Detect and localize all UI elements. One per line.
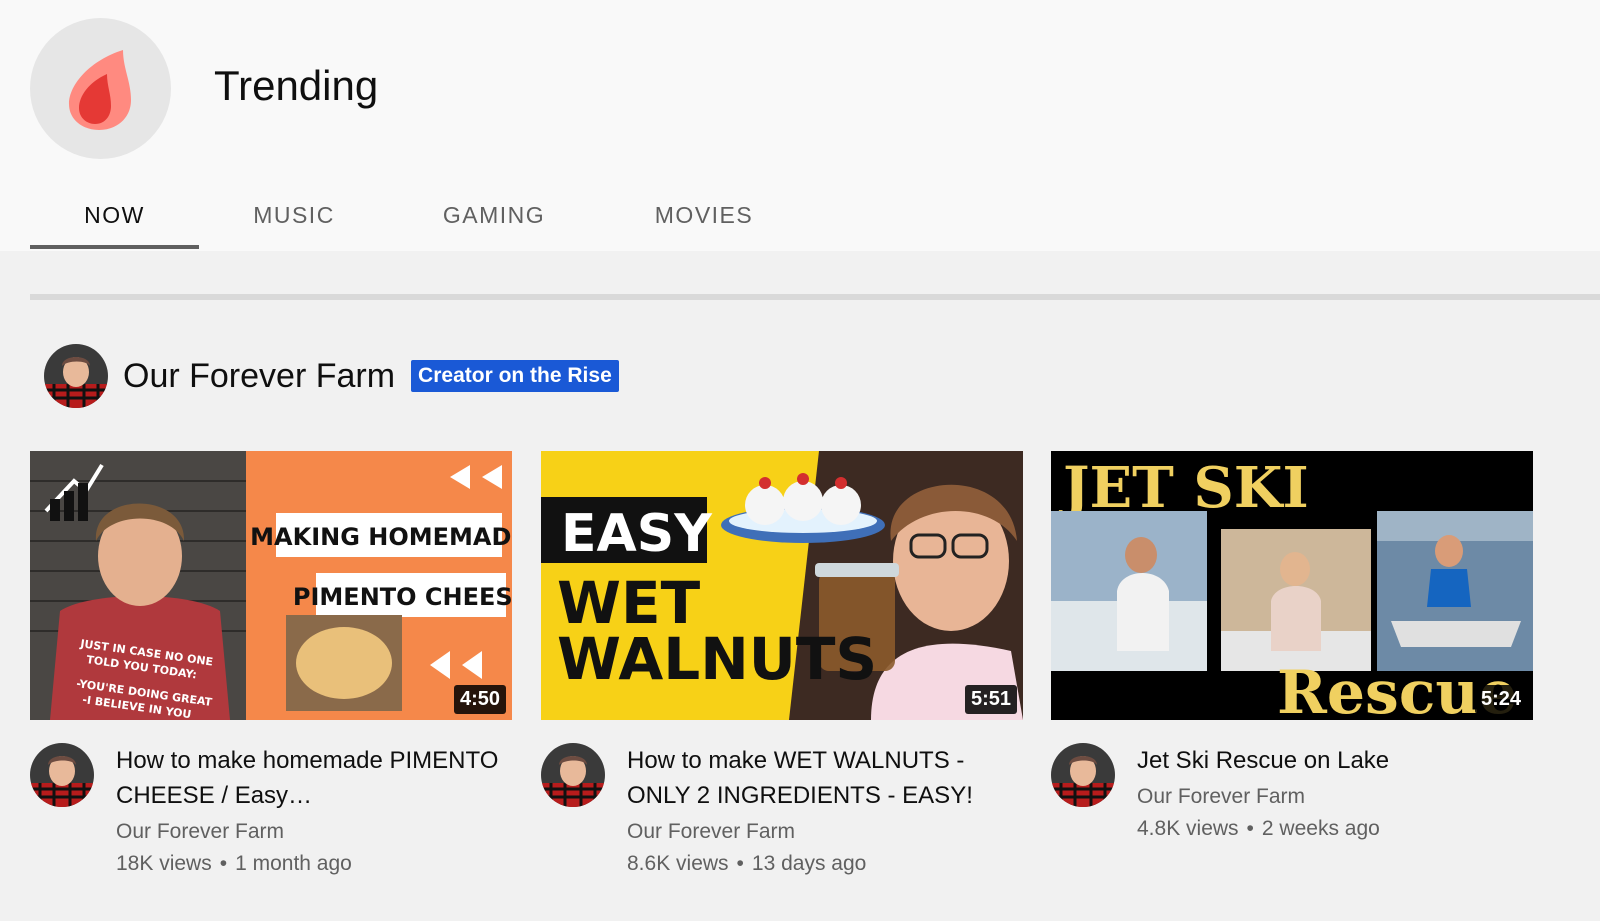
video-thumbnail[interactable]: EASY WET WALNUTS 5:51 xyxy=(541,451,1023,720)
thumbnail-text: EASY xyxy=(561,504,713,564)
separator-dot: • xyxy=(219,852,228,875)
channel-avatar[interactable] xyxy=(44,344,108,408)
upload-age: 2 weeks ago xyxy=(1261,817,1380,840)
video-card: MAKING HOMEMADE PIMENTO CHEESE JUST IN C… xyxy=(30,451,512,875)
thumbnail-text: PIMENTO CHEESE xyxy=(293,583,512,611)
view-count: 8.6K views xyxy=(627,852,729,875)
upload-age: 1 month ago xyxy=(235,852,352,875)
channel-avatar[interactable] xyxy=(541,743,605,807)
video-title[interactable]: Jet Ski Rescue on Lake xyxy=(1137,743,1527,778)
view-count: 18K views xyxy=(116,852,212,875)
channel-avatar[interactable] xyxy=(30,743,94,807)
video-channel-name[interactable]: Our Forever Farm xyxy=(1137,785,1305,809)
section-divider xyxy=(30,294,1600,300)
video-card: EASY WET WALNUTS 5:51 How to make WET WA… xyxy=(541,451,1023,875)
video-duration: 5:51 xyxy=(964,685,1017,714)
trending-avatar xyxy=(30,18,171,159)
separator-dot: • xyxy=(1246,817,1254,840)
video-thumbnail[interactable]: JET SKI Rescue 5:24 xyxy=(1051,451,1533,720)
tab-movies[interactable]: MOVIES xyxy=(599,180,809,251)
video-stats: 18K views • 1 month ago xyxy=(116,852,352,876)
thumbnail-text: WALNUTS xyxy=(557,625,877,693)
tab-music[interactable]: MUSIC xyxy=(199,180,389,251)
video-stats: 4.8K views • 2 weeks ago xyxy=(1137,817,1380,841)
channel-shelf-header: Our Forever Farm Creator on the Rise xyxy=(44,344,619,408)
video-channel-name[interactable]: Our Forever Farm xyxy=(627,820,795,844)
video-title[interactable]: How to make WET WALNUTS - ONLY 2 INGREDI… xyxy=(627,743,1017,813)
page-title: Trending xyxy=(214,62,379,109)
video-channel-name[interactable]: Our Forever Farm xyxy=(116,820,284,844)
video-duration: 5:24 xyxy=(1474,685,1527,714)
fire-icon xyxy=(68,49,131,130)
thumbnail-text: MAKING HOMEMADE xyxy=(250,523,512,551)
video-title[interactable]: How to make homemade PIMENTO CHEESE / Ea… xyxy=(116,743,506,813)
video-card: JET SKI Rescue 5:24 Jet Ski Rescue on La… xyxy=(1051,451,1533,840)
trending-page: Trending NOW MUSIC GAMING MOVIES Our For… xyxy=(0,0,1600,921)
tab-now[interactable]: NOW xyxy=(30,180,199,251)
video-thumbnail[interactable]: MAKING HOMEMADE PIMENTO CHEESE JUST IN C… xyxy=(30,451,512,720)
trending-header: Trending NOW MUSIC GAMING MOVIES xyxy=(0,0,1600,251)
upload-age: 13 days ago xyxy=(751,852,867,875)
tab-gaming[interactable]: GAMING xyxy=(389,180,599,251)
channel-name[interactable]: Our Forever Farm xyxy=(123,357,395,396)
creator-badge: Creator on the Rise xyxy=(411,360,619,392)
video-duration: 4:50 xyxy=(453,685,506,714)
view-count: 4.8K views xyxy=(1137,817,1239,840)
separator-dot: • xyxy=(736,852,744,875)
video-stats: 8.6K views • 13 days ago xyxy=(627,852,866,876)
channel-avatar[interactable] xyxy=(1051,743,1115,807)
